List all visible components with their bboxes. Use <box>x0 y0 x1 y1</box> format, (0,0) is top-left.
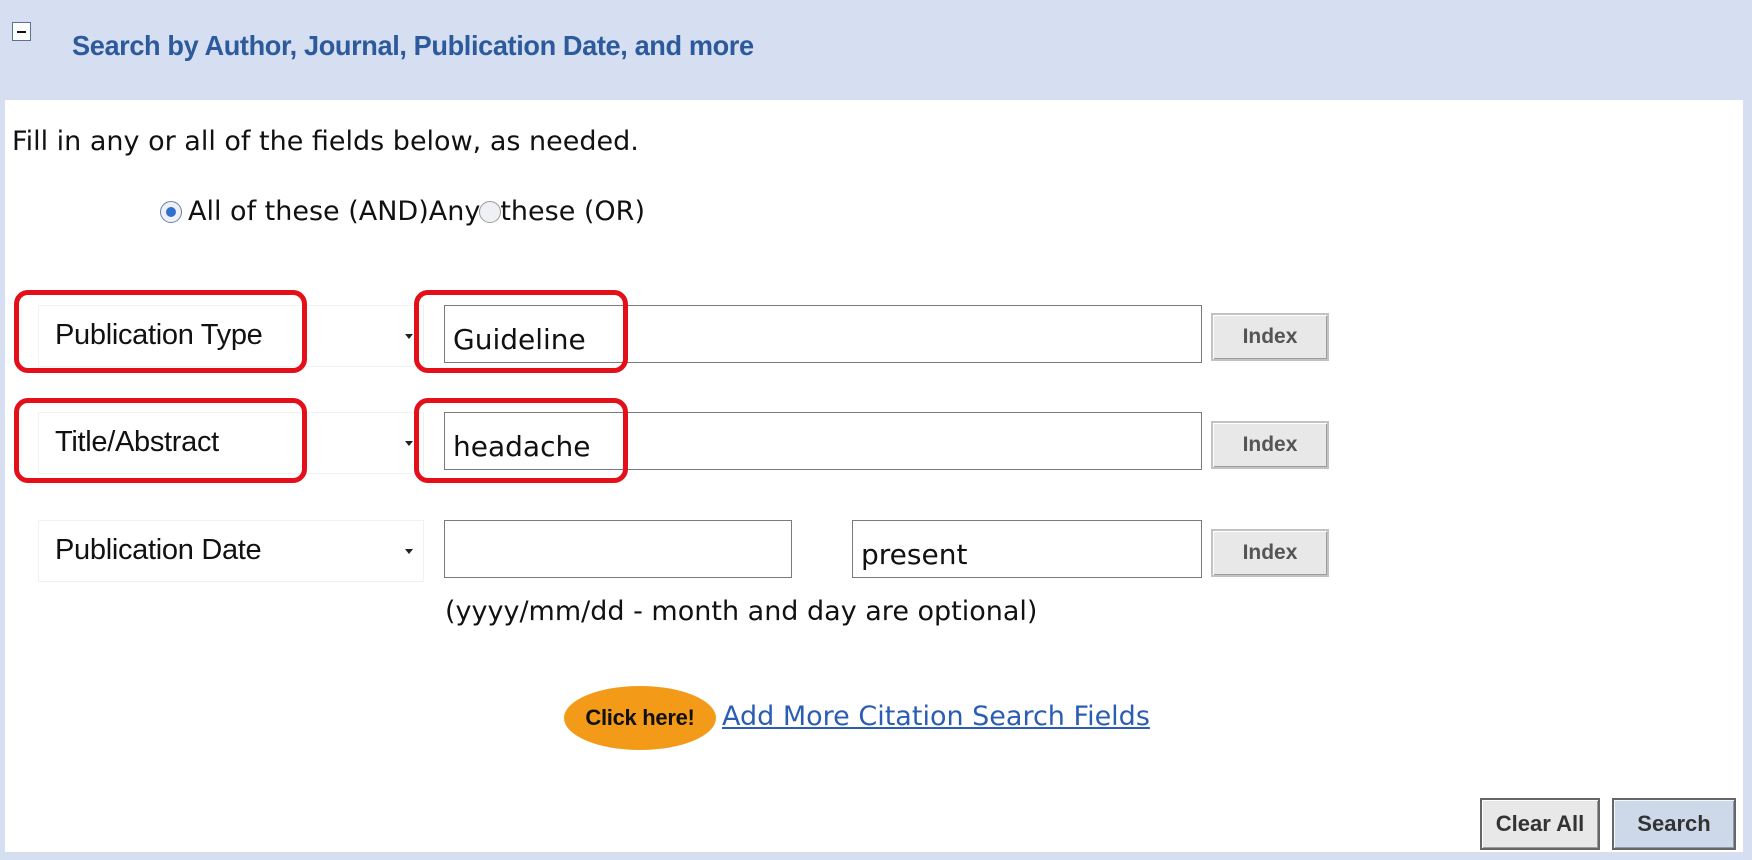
advanced-search-panel: Search by Author, Journal, Publication D… <box>0 0 1752 860</box>
collapse-icon[interactable] <box>12 22 31 41</box>
date-format-hint: (yyyy/mm/dd - month and day are optional… <box>445 596 1038 627</box>
term-input-1[interactable] <box>444 305 1202 363</box>
term-input-2[interactable] <box>444 412 1202 470</box>
chevron-down-icon <box>405 334 413 339</box>
field-select-3[interactable]: Publication Date <box>38 520 424 582</box>
index-button-3[interactable]: Index <box>1211 529 1329 577</box>
radio-and[interactable] <box>160 200 182 223</box>
chevron-down-icon <box>405 549 413 554</box>
add-more-fields-link[interactable]: Add More Citation Search Fields <box>722 701 1150 732</box>
field-select-3-value: Publication Date <box>55 534 262 566</box>
clear-all-button[interactable]: Clear All <box>1480 798 1600 850</box>
radio-or-label-end: these (OR) <box>500 196 645 227</box>
radio-or-label-start: Any <box>428 196 481 227</box>
date-from-input[interactable] <box>444 520 792 578</box>
field-select-1-value: Publication Type <box>55 319 263 351</box>
field-select-2[interactable]: Title/Abstract <box>38 412 424 474</box>
index-button-2[interactable]: Index <box>1211 421 1329 469</box>
date-to-input[interactable] <box>852 520 1202 578</box>
instructions-text: Fill in any or all of the fields below, … <box>12 126 639 157</box>
radio-or[interactable] <box>479 200 502 223</box>
logic-radio-group: All of these (AND) Any these (OR) <box>160 196 645 227</box>
radio-and-label: All of these (AND) <box>188 196 429 227</box>
panel-title: Search by Author, Journal, Publication D… <box>72 30 754 61</box>
click-here-badge[interactable]: Click here! <box>564 686 716 750</box>
chevron-down-icon <box>405 441 413 446</box>
field-select-2-value: Title/Abstract <box>55 426 219 458</box>
index-button-1[interactable]: Index <box>1211 313 1329 361</box>
field-select-1[interactable]: Publication Type <box>38 305 424 367</box>
search-button[interactable]: Search <box>1612 798 1736 850</box>
